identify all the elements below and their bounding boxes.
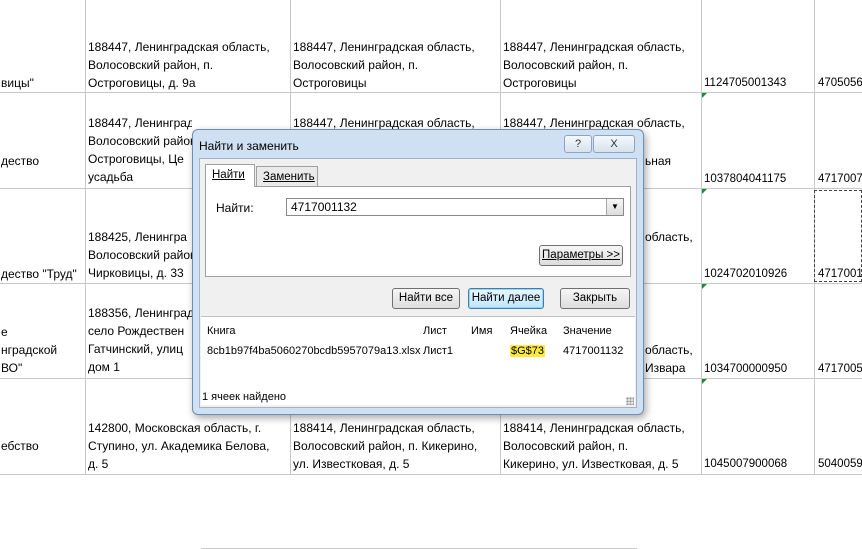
find-next-button[interactable]: Найти далее <box>468 288 544 309</box>
find-tab-panel: Найти: 4717001132 ▼ Параметры >> <box>205 186 631 277</box>
close-icon[interactable]: X <box>593 135 635 153</box>
cell[interactable]: 188425, Ленингра Волосовский район Чиркови… <box>88 228 192 282</box>
close-button[interactable]: Закрыть <box>560 288 630 309</box>
column-header[interactable]: Значение <box>563 325 612 337</box>
chevron-down-icon[interactable]: ▼ <box>606 199 623 215</box>
cell[interactable]: 188447, Ленинград Волосовский район Острог… <box>88 114 192 186</box>
find-input-value: 4717001132 <box>291 200 357 214</box>
cell[interactable]: область, <box>645 228 699 246</box>
result-sheet[interactable]: Лист1 <box>423 345 453 357</box>
tab-find[interactable]: Найти <box>205 164 255 187</box>
cell[interactable]: 188414, Ленинградская область, Волосовски… <box>503 419 700 473</box>
options-button[interactable]: Параметры >> <box>539 245 623 266</box>
cell[interactable]: 4705056 <box>818 74 862 92</box>
cell[interactable]: 188447, Ленинградская область, Волосовски… <box>503 38 699 92</box>
cell[interactable]: 1024702010926 <box>704 265 812 283</box>
cell[interactable]: 188356, Ленинград село Рождествен Гатчинск… <box>88 304 192 376</box>
column-header[interactable]: Ячейка <box>510 325 547 337</box>
cell[interactable]: 188447, Ленинградская область, Волосовски… <box>293 38 498 92</box>
cell[interactable]: ебство <box>1 437 84 455</box>
cell[interactable]: 1124705001343 <box>704 74 812 92</box>
cell[interactable]: 188447, Ленинградская область, Волосовски… <box>88 38 288 92</box>
cell[interactable]: область, Извара <box>645 341 699 377</box>
grid-line <box>85 0 86 475</box>
error-indicator <box>702 284 707 289</box>
cell[interactable]: дество "Труд" <box>1 265 84 283</box>
status-text: 1 ячеек найдено <box>202 391 287 403</box>
find-label: Найти: <box>216 201 254 215</box>
tab-replace[interactable]: Заменить <box>256 166 318 186</box>
cell[interactable]: 4717005 <box>818 360 862 378</box>
find-all-button[interactable]: Найти все <box>392 288 460 309</box>
cell[interactable]: 1034700000950 <box>704 360 812 378</box>
column-header[interactable]: Лист <box>423 325 447 337</box>
column-header[interactable]: Имя <box>471 325 492 337</box>
error-indicator <box>702 93 707 98</box>
grid-line <box>701 0 702 475</box>
cell[interactable]: дество <box>1 152 84 170</box>
cell[interactable]: вицы" <box>1 38 84 92</box>
cell[interactable]: 5040059 <box>818 455 862 473</box>
dialog-body: Найти Заменить Найти: 4717001132 ▼ Парам… <box>199 158 637 549</box>
find-replace-dialog[interactable]: Найти и заменить ? X Найти Заменить Найт… <box>192 129 644 549</box>
cell[interactable]: 142800, Московская область, г. Ступино, у… <box>88 419 288 473</box>
error-indicator <box>702 189 707 194</box>
cell[interactable]: 188414, Ленинградская область, Волосовски… <box>293 419 498 473</box>
copy-marquee <box>814 190 862 282</box>
help-button[interactable]: ? <box>564 135 592 153</box>
cell[interactable]: е нградской ВО" <box>1 323 84 377</box>
result-value[interactable]: 4717001132 <box>563 345 623 357</box>
cell[interactable]: 1045007900068 <box>704 455 812 473</box>
cell[interactable]: 4717007 <box>818 170 862 188</box>
cell[interactable]: ьная <box>645 152 699 170</box>
cell[interactable]: 1037804041175 <box>704 170 812 188</box>
result-cell[interactable]: $G$73 <box>510 345 546 357</box>
find-input[interactable]: 4717001132 ▼ <box>286 198 624 216</box>
grid-line <box>0 92 862 93</box>
column-header[interactable]: Книга <box>207 325 236 337</box>
dialog-title: Найти и заменить <box>199 139 299 153</box>
error-indicator <box>702 379 707 384</box>
result-book[interactable]: 8cb1b97f4ba5060270bcdb5957079a13.xlsx <box>207 345 420 357</box>
resize-grip-icon[interactable] <box>626 397 634 405</box>
